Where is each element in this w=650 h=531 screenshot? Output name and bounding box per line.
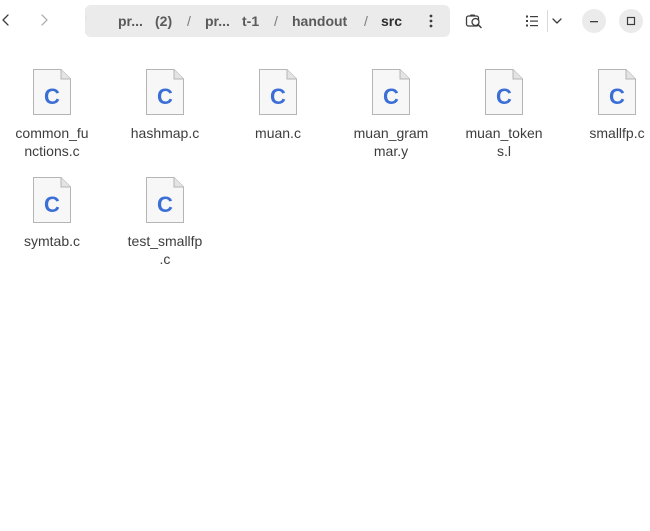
path-separator: / [364,13,368,29]
chevron-right-icon [41,14,48,26]
search-button[interactable] [460,7,488,35]
view-mode-button[interactable] [518,7,546,35]
path-menu-button[interactable] [422,13,440,29]
minimize-icon [590,21,598,23]
svg-text:C: C [609,84,625,109]
c-source-file-icon: C [145,68,185,116]
svg-text:C: C [496,84,512,109]
svg-text:C: C [157,84,173,109]
path-separator: / [274,13,278,29]
file-name: test_smallfp .c [127,233,203,267]
file-name: common_fu nctions.c [15,125,89,159]
file-grid: C common_fu nctions.c C hashmap.c C muan.… [0,42,650,531]
c-source-file-icon: C [371,68,411,116]
file-item[interactable]: C common_fu nctions.c [2,68,102,160]
file-item[interactable]: C test_smallfp .c [115,176,215,268]
c-source-file-icon: C [32,176,72,224]
view-options-button[interactable] [546,7,568,35]
file-name: smallfp.c [589,125,645,141]
c-source-file-icon: C [145,176,185,224]
list-view-icon [526,15,538,27]
file-name: muan_gram mar.y [353,125,429,159]
maximize-button[interactable] [619,9,643,33]
chevron-left-icon [2,14,9,26]
file-item[interactable]: C hashmap.c [115,68,215,142]
maximize-icon [626,16,636,26]
svg-text:C: C [44,84,60,109]
file-item[interactable]: C muan_gram mar.y [341,68,441,160]
c-source-file-icon: C [484,68,524,116]
header-bar: / pr... (2) / pr... t-1 / handout / src [0,0,650,42]
svg-text:C: C [157,192,173,217]
search-icon [465,14,482,29]
path-segment-handout[interactable]: handout [292,13,347,29]
c-source-file-icon: C [258,68,298,116]
back-button[interactable] [0,6,20,34]
file-name: symtab.c [23,233,80,249]
c-source-file-icon: C [597,68,637,116]
svg-text:C: C [383,84,399,109]
file-item[interactable]: C smallfp.c [567,68,650,142]
minimize-button[interactable] [582,9,606,33]
path-segment-1[interactable]: pr... [118,13,143,29]
file-name: hashmap.c [130,125,200,141]
file-name: muan_token s.l [465,125,543,159]
forward-button[interactable] [30,6,58,34]
svg-text:C: C [44,192,60,217]
svg-text:C: C [270,84,286,109]
path-separator: / [187,13,191,29]
c-source-file-icon: C [32,68,72,116]
file-name: muan.c [255,125,301,141]
vertical-dots-icon [429,14,433,28]
path-overflow-fade [85,5,97,37]
file-item[interactable]: C muan_token s.l [454,68,554,160]
path-segment-2[interactable]: (2) [155,13,172,29]
file-item[interactable]: C symtab.c [2,176,102,250]
path-segment-current[interactable]: src [381,13,402,29]
file-item[interactable]: C muan.c [228,68,328,142]
path-bar: / pr... (2) / pr... t-1 / handout / src [85,5,450,37]
path-segment-3[interactable]: pr... [205,13,230,29]
path-segment-4[interactable]: t-1 [242,13,259,29]
chevron-down-icon [552,18,562,24]
